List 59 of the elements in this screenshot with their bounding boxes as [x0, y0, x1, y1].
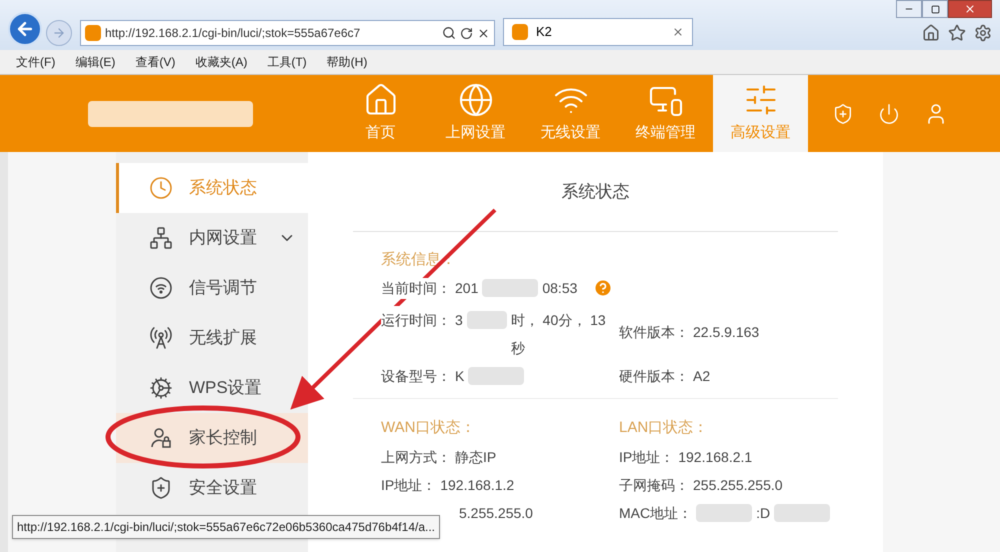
- field-value: 255.255.255.0: [693, 476, 783, 494]
- close-icon[interactable]: [672, 26, 684, 38]
- blurred-patch: [696, 504, 752, 522]
- browser-tab[interactable]: K2: [503, 18, 693, 46]
- menu-item[interactable]: 帮助(H): [326, 53, 368, 71]
- sidebar-item[interactable]: 信号调节: [116, 263, 308, 313]
- field-value: 192.168.1.2: [440, 476, 514, 494]
- sidebar-item[interactable]: 无线扩展: [116, 313, 308, 363]
- stop-icon[interactable]: [477, 26, 490, 40]
- menu-item[interactable]: 文件(F): [16, 53, 56, 71]
- close-button[interactable]: [948, 0, 992, 18]
- blurred-patch: [482, 279, 538, 297]
- field-value: 22.5.9.163: [693, 322, 760, 342]
- network-icon: [149, 226, 173, 250]
- field-value: 3: [455, 311, 463, 330]
- menu-item[interactable]: 编辑(E): [75, 53, 116, 71]
- site-icon: [512, 24, 528, 40]
- section-heading: LAN口状态：: [619, 418, 710, 438]
- sidebar-item[interactable]: 内网设置: [116, 213, 308, 263]
- field-value: 192.168.2.1: [678, 448, 752, 466]
- field-value: A2: [693, 366, 710, 386]
- menu-item[interactable]: 查看(V): [135, 53, 176, 71]
- menu-item[interactable]: 工具(T): [267, 53, 307, 71]
- page-title: 系统状态: [353, 152, 838, 232]
- section-heading: WAN口状态：: [381, 418, 476, 438]
- sidebar-item[interactable]: 家长控制: [116, 413, 308, 463]
- close-icon: [964, 3, 976, 15]
- sidebar-item[interactable]: 安全设置: [116, 463, 308, 513]
- globe-icon: [458, 82, 494, 118]
- address-text: http://192.168.2.1/cgi-bin/luci/;stok=555a67e6c7: [105, 25, 360, 42]
- maximize-icon: [930, 4, 940, 14]
- blurred-patch: [468, 367, 524, 385]
- field-value: :D: [756, 504, 770, 522]
- sidebar-item[interactable]: WPS设置: [116, 363, 308, 413]
- gear-icon: [149, 376, 173, 400]
- refresh-icon[interactable]: [460, 26, 473, 40]
- radio-tower-icon: [149, 326, 173, 350]
- blurred-patch: [774, 504, 830, 522]
- field-value: 静态IP: [455, 448, 496, 466]
- maximize-button[interactable]: [922, 0, 948, 18]
- blurred-patch: [466, 311, 507, 329]
- menu-item[interactable]: 收藏夹(A): [195, 53, 248, 71]
- star-icon[interactable]: [948, 24, 966, 42]
- site-icon: [85, 25, 101, 41]
- back-button[interactable]: [8, 12, 42, 46]
- arrow-right-icon: [52, 26, 66, 40]
- field-value: 08:53: [542, 278, 578, 298]
- field-value: 时， 40分， 13 秒: [510, 311, 607, 358]
- search-icon[interactable]: [442, 26, 456, 40]
- home-icon[interactable]: [922, 24, 940, 42]
- settings-icon[interactable]: [974, 24, 992, 42]
- field-value: 5.255.255.0: [459, 504, 533, 522]
- signal-circle-icon: [149, 276, 173, 300]
- clock-icon: [149, 176, 173, 200]
- field-value: 201: [455, 278, 478, 298]
- address-bar[interactable]: http://192.168.2.1/cgi-bin/luci/;stok=555a67e6c7: [80, 20, 495, 46]
- status-tooltip: http://192.168.2.1/cgi-bin/luci/;stok=555a67e6c72e06b5360ca475d76b4f14/a...: [12, 515, 440, 539]
- field-value: K: [455, 366, 464, 386]
- person-lock-icon: [149, 426, 173, 450]
